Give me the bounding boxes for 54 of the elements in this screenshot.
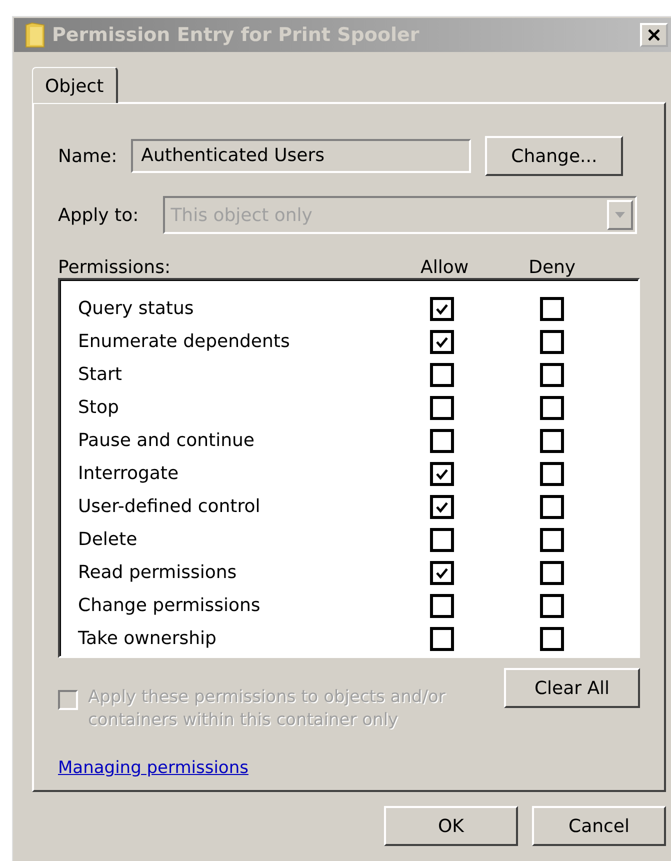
allow-checkbox[interactable] [430, 330, 454, 354]
deny-checkbox[interactable] [540, 396, 564, 420]
deny-checkbox[interactable] [540, 428, 564, 452]
deny-checkbox[interactable] [540, 528, 564, 552]
managing-permissions-link[interactable]: Managing permissions [58, 758, 248, 778]
checkmark-icon [435, 500, 449, 514]
permission-name: Start [78, 364, 123, 385]
caret-icon [614, 212, 625, 218]
permission-name: Take ownership [78, 628, 218, 649]
allow-checkbox[interactable] [430, 396, 454, 420]
folder-icon [24, 21, 46, 49]
deny-checkbox[interactable] [540, 362, 564, 386]
deny-checkbox[interactable] [540, 560, 564, 584]
allow-checkbox[interactable] [430, 494, 454, 518]
close-icon [648, 28, 660, 42]
dialog-button[interactable]: OK [384, 806, 518, 846]
permission-name: Enumerate dependents [78, 331, 291, 352]
permission-name: Change permissions [78, 595, 262, 616]
allow-checkbox[interactable] [430, 560, 454, 584]
permission-name: User-defined control [78, 496, 262, 517]
deny-checkbox[interactable] [540, 330, 564, 354]
permission-name: Pause and continue [78, 430, 256, 451]
checkmark-icon [435, 302, 449, 316]
allow-checkbox[interactable] [430, 528, 454, 552]
deny-checkbox[interactable] [540, 594, 564, 618]
permission-name: Stop [78, 397, 120, 418]
allow-checkbox[interactable] [430, 296, 454, 320]
permission-name: Query status [78, 298, 195, 319]
dialog-button[interactable]: Cancel [532, 806, 666, 846]
checkmark-icon [435, 466, 449, 480]
deny-checkbox[interactable] [540, 626, 564, 650]
allow-checkbox[interactable] [430, 594, 454, 618]
allow-checkbox[interactable] [430, 626, 454, 650]
apply-to-label: Apply to: [58, 204, 139, 226]
deny-checkbox[interactable] [540, 296, 564, 320]
close-button[interactable] [640, 23, 668, 47]
deny-checkbox[interactable] [540, 462, 564, 486]
checkmark-icon [435, 566, 449, 580]
tab[interactable]: Object [32, 67, 118, 103]
deny-checkbox[interactable] [540, 494, 564, 518]
allow-checkbox[interactable] [430, 428, 454, 452]
change-button[interactable]: Change... [485, 136, 624, 176]
name-label: Name: [58, 146, 118, 166]
permissions-label: Permissions: [58, 257, 171, 278]
permission-name: Delete [78, 529, 138, 550]
allow-checkbox[interactable] [430, 362, 454, 386]
clear-all-button[interactable]: Clear All [504, 668, 640, 708]
permission-name: Read permissions [78, 562, 238, 583]
name-field: Authenticated Users [131, 139, 472, 173]
permission-name: Interrogate [78, 463, 180, 484]
deny-header: Deny [528, 257, 576, 278]
checkmark-icon [435, 334, 449, 348]
allow-header: Allow [420, 257, 469, 278]
allow-checkbox[interactable] [430, 462, 454, 486]
